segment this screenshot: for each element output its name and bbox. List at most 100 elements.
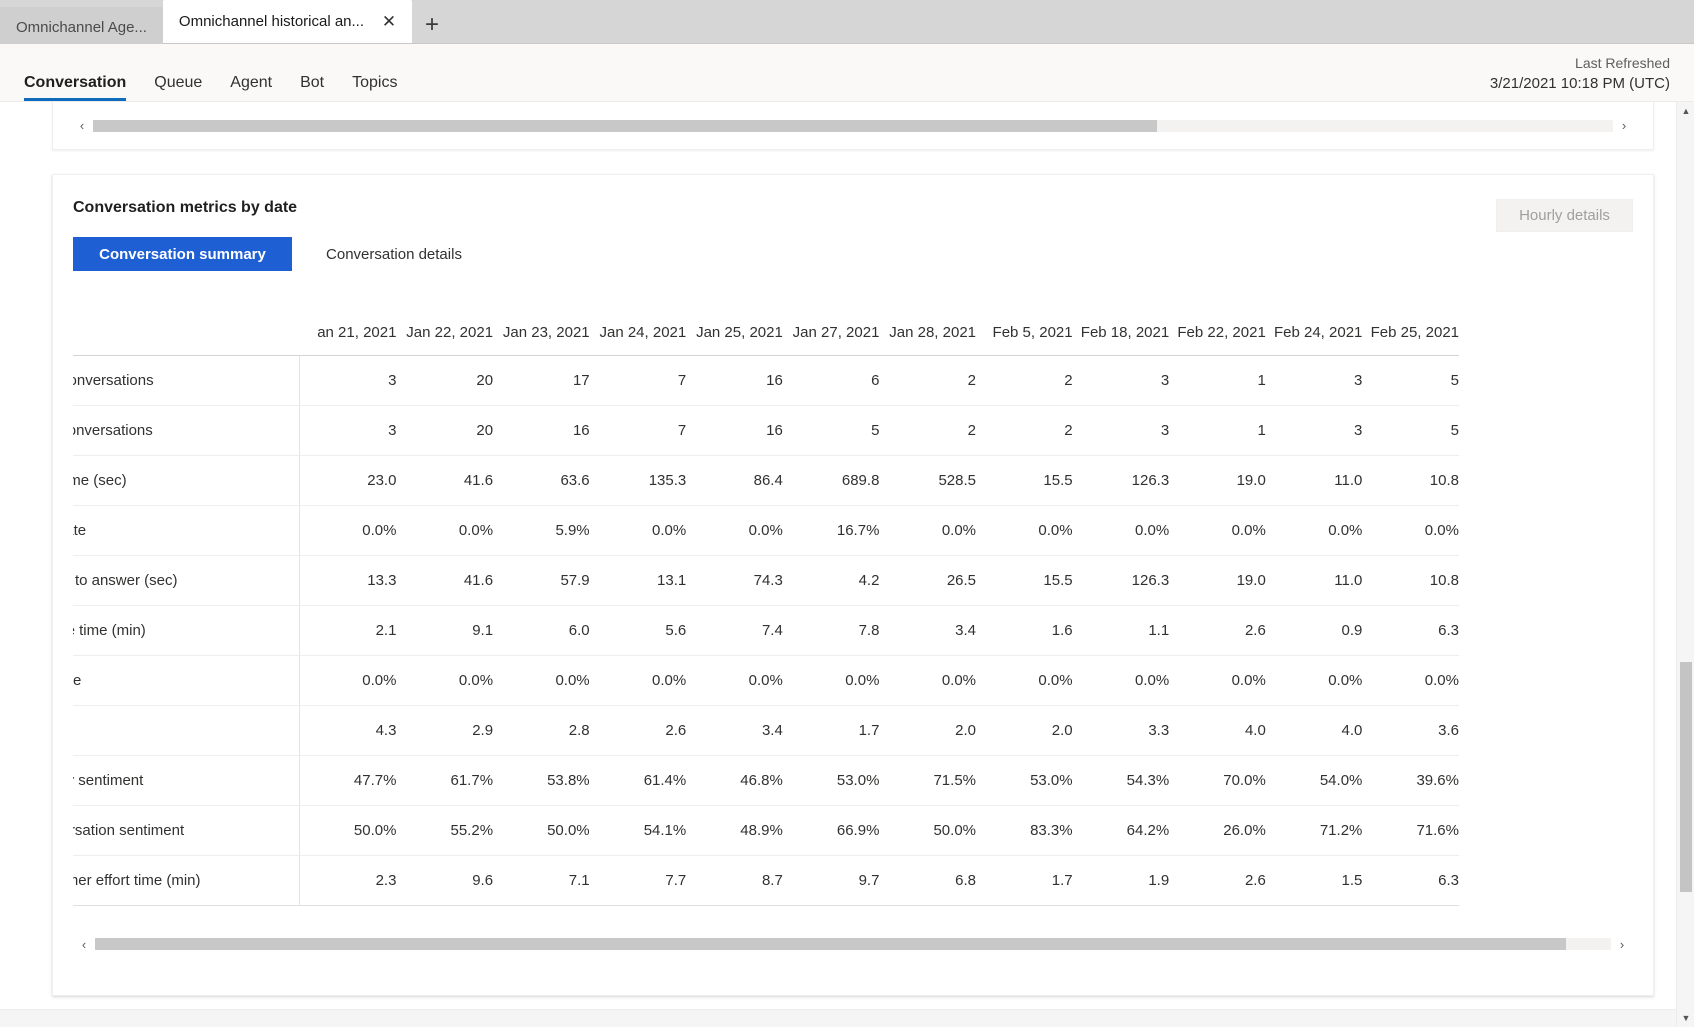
row-label: Avg. conversation sentiment bbox=[73, 805, 301, 856]
table-cell: 5.9% bbox=[493, 505, 590, 556]
table-cell: 528.5 bbox=[879, 455, 977, 506]
column-header-date-3[interactable]: Jan 24, 2021 bbox=[589, 293, 687, 356]
row-label: Avg. CSAT bbox=[73, 705, 301, 756]
table-cell: 3.6 bbox=[1362, 705, 1459, 756]
table-cell: 1.7 bbox=[782, 705, 880, 756]
column-header-date-9[interactable]: Feb 22, 2021 bbox=[1169, 293, 1266, 356]
row-label: Avg. customer effort time (min) bbox=[73, 855, 301, 906]
table-cell: 1.7 bbox=[976, 855, 1073, 906]
report-page: ‹ › Conversation metrics by date Convers… bbox=[0, 102, 1694, 1027]
table-cell: 41.6 bbox=[396, 455, 494, 506]
tab-topics[interactable]: Topics bbox=[338, 75, 411, 101]
table-cell: 2.6 bbox=[1169, 605, 1266, 656]
column-header-date-5[interactable]: Jan 27, 2021 bbox=[782, 293, 880, 356]
table-cell: 6 bbox=[782, 355, 880, 406]
table-cell: 16.7% bbox=[782, 505, 880, 556]
row-label: Avg. wait time (sec) bbox=[73, 455, 301, 506]
table-cell: 6.0 bbox=[493, 605, 590, 656]
close-icon[interactable]: ✕ bbox=[376, 8, 402, 34]
row-label: Avg. speed to answer (sec) bbox=[73, 555, 301, 606]
table-cell: 1.9 bbox=[1072, 855, 1170, 906]
table-cell: 1 bbox=[1169, 405, 1266, 456]
page-horizontal-scrollbar[interactable] bbox=[0, 1009, 1676, 1027]
tab-conversation-label: Conversation bbox=[24, 74, 127, 91]
table-cell: 3.3 bbox=[1072, 705, 1170, 756]
table-scroll-right-icon[interactable]: › bbox=[1611, 935, 1633, 953]
tab-queue-label: Queue bbox=[154, 74, 203, 91]
table-cell: 48.9% bbox=[686, 805, 783, 856]
table-cell: 6.3 bbox=[1362, 855, 1459, 906]
table-cell: 7.4 bbox=[686, 605, 783, 656]
scroll-up-icon[interactable]: ▲ bbox=[1677, 102, 1694, 120]
scroll-left-icon[interactable]: ‹ bbox=[71, 117, 93, 135]
page-vertical-scrollbar[interactable]: ▲ ▼ bbox=[1676, 102, 1694, 1027]
table-cell: 3.4 bbox=[879, 605, 977, 656]
table-cell: 4.3 bbox=[299, 705, 397, 756]
scroll-right-icon[interactable]: › bbox=[1613, 117, 1635, 135]
table-row: Incoming conversations320177166223135 bbox=[73, 355, 1459, 406]
table-cell: 6.8 bbox=[879, 855, 977, 906]
pivot-conversation-summary[interactable]: Conversation summary bbox=[73, 237, 292, 271]
table-cell: 10.8 bbox=[1362, 455, 1459, 506]
page-vertical-scroll-thumb[interactable] bbox=[1680, 662, 1692, 892]
pivot-conversation-summary-label: Conversation summary bbox=[99, 245, 266, 263]
column-header-date-8[interactable]: Feb 18, 2021 bbox=[1072, 293, 1170, 356]
column-header-date-6[interactable]: Jan 28, 2021 bbox=[879, 293, 977, 356]
table-cell: 3.4 bbox=[686, 705, 783, 756]
table-scroll-thumb[interactable] bbox=[95, 938, 1566, 950]
browser-tab-1[interactable]: Omnichannel Age... bbox=[0, 7, 163, 47]
new-tab-icon[interactable]: + bbox=[412, 5, 452, 45]
previous-card-horizontal-scrollbar[interactable]: ‹ › bbox=[71, 117, 1635, 135]
table-horizontal-scrollbar[interactable]: ‹ › bbox=[73, 935, 1633, 953]
column-header-date-7[interactable]: Feb 5, 2021 bbox=[976, 293, 1073, 356]
column-header-date-4[interactable]: Jan 25, 2021 bbox=[686, 293, 783, 356]
conversation-metrics-table: an 21, 2021 Jan 22, 2021 Jan 23, 2021 Ja… bbox=[73, 293, 1459, 906]
pivot-conversation-details[interactable]: Conversation details bbox=[304, 237, 484, 271]
browser-tab-strip: Omnichannel Age... Omnichannel historica… bbox=[0, 0, 1694, 47]
report-canvas: ‹ › Conversation metrics by date Convers… bbox=[0, 102, 1676, 1009]
table-cell: 2.6 bbox=[1169, 855, 1266, 906]
scroll-thumb[interactable] bbox=[93, 119, 1157, 132]
row-label: Avg. handle time (min) bbox=[73, 605, 301, 656]
tab-agent[interactable]: Agent bbox=[216, 75, 286, 101]
scroll-track[interactable] bbox=[93, 119, 1613, 132]
table-cell: 4.0 bbox=[1169, 705, 1266, 756]
tab-bot[interactable]: Bot bbox=[286, 75, 338, 101]
table-cell: 2.9 bbox=[396, 705, 494, 756]
column-header-date-11[interactable]: Feb 25, 2021 bbox=[1362, 293, 1459, 356]
table-cell: 19.0 bbox=[1169, 555, 1266, 606]
table-row: Avg. wait time (sec)23.041.663.6135.386.… bbox=[73, 455, 1459, 506]
table-cell: 3 bbox=[1072, 405, 1170, 456]
column-header-date-1[interactable]: Jan 22, 2021 bbox=[396, 293, 494, 356]
table-cell: 16 bbox=[686, 355, 783, 406]
table-cell: 50.0% bbox=[299, 805, 397, 856]
column-header-date-10[interactable]: Feb 24, 2021 bbox=[1265, 293, 1363, 356]
last-refreshed-label: Last Refreshed bbox=[1575, 54, 1670, 71]
table-cell: 0.0% bbox=[299, 505, 397, 556]
column-header-metric bbox=[73, 293, 300, 356]
table-scroll-left-icon[interactable]: ‹ bbox=[73, 935, 95, 953]
table-cell: 26.0% bbox=[1169, 805, 1266, 856]
column-header-date-2[interactable]: Jan 23, 2021 bbox=[493, 293, 590, 356]
tab-conversation[interactable]: Conversation bbox=[22, 75, 140, 101]
table-cell: 54.0% bbox=[1265, 755, 1363, 806]
table-cell: 1.5 bbox=[1265, 855, 1363, 906]
table-cell: 46.8% bbox=[686, 755, 783, 806]
table-cell: 1 bbox=[1169, 355, 1266, 406]
row-label: Incoming conversations bbox=[73, 355, 301, 406]
column-header-date-0[interactable]: an 21, 2021 bbox=[299, 293, 397, 356]
tab-queue[interactable]: Queue bbox=[140, 75, 216, 101]
table-scroll-track[interactable] bbox=[95, 938, 1611, 950]
table-cell: 2.6 bbox=[589, 705, 687, 756]
table-cell: 0.0% bbox=[879, 505, 977, 556]
scroll-down-icon[interactable]: ▼ bbox=[1677, 1009, 1694, 1027]
table-cell: 0.0% bbox=[1362, 505, 1459, 556]
table-cell: 3 bbox=[1265, 405, 1363, 456]
tab-list: Omnichannel Age... Omnichannel historica… bbox=[0, 0, 452, 47]
table-cell: 3 bbox=[299, 405, 397, 456]
table-cell: 19.0 bbox=[1169, 455, 1266, 506]
hourly-details-button[interactable]: Hourly details bbox=[1496, 199, 1633, 232]
table-cell: 74.3 bbox=[686, 555, 783, 606]
browser-tab-2[interactable]: Omnichannel historical an... ✕ bbox=[162, 0, 413, 43]
table-row: Avg. customer effort time (min)2.39.67.1… bbox=[73, 855, 1459, 906]
